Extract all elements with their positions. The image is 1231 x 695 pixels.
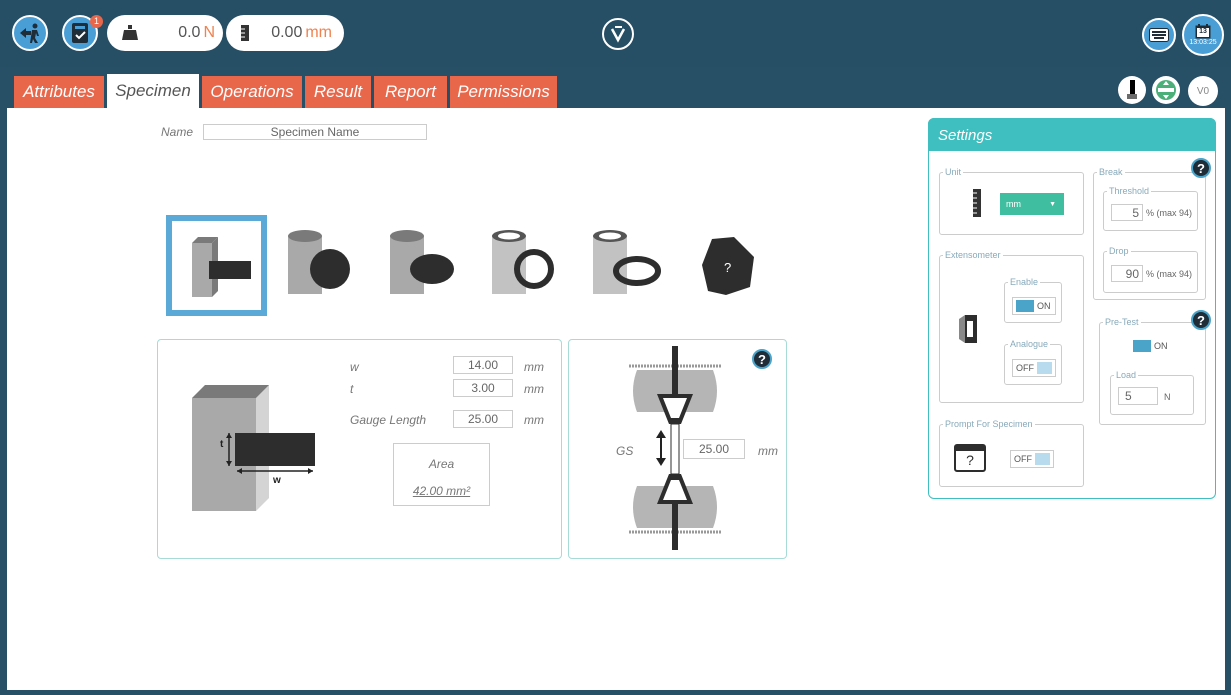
- tab-result[interactable]: Result: [305, 76, 371, 108]
- analogue-toggle[interactable]: OFF: [1012, 359, 1056, 377]
- force-readout: 0.0 N: [107, 15, 223, 51]
- logo-icon: [610, 26, 626, 43]
- area-box: Area 42.00 mm²: [393, 443, 490, 506]
- diagram-t-label: t: [220, 439, 224, 450]
- gauge-length-input[interactable]: 25.00: [453, 410, 513, 428]
- logo: [602, 18, 634, 50]
- oval-tube-shape-icon: [593, 230, 661, 294]
- threshold-group-label: Threshold: [1107, 186, 1152, 196]
- gs-arrow-icon: [656, 430, 666, 466]
- ruler-icon: [973, 189, 981, 217]
- shape-oval-tube[interactable]: [591, 226, 663, 302]
- enable-toggle[interactable]: ON: [1012, 297, 1056, 315]
- drop-group-label: Drop: [1107, 246, 1131, 256]
- gs-input[interactable]: 25.00: [683, 439, 745, 459]
- w-input[interactable]: 14.00: [453, 356, 513, 374]
- threshold-input[interactable]: 5: [1111, 204, 1143, 221]
- gs-label: GS: [616, 444, 634, 458]
- break-group-label: Break: [1097, 167, 1125, 177]
- pretest-toggle[interactable]: ON: [1130, 337, 1174, 355]
- tab-operations[interactable]: Operations: [202, 76, 302, 108]
- tube-shape-icon: [492, 230, 554, 294]
- ruler-icon: [241, 25, 249, 41]
- prompt-state: OFF: [1014, 454, 1032, 464]
- clock-time: 13:03:25: [1189, 39, 1217, 46]
- t-label: t: [350, 382, 354, 396]
- enable-state: ON: [1037, 301, 1051, 311]
- rectangular-shape-icon: [192, 237, 251, 297]
- tab-specimen[interactable]: Specimen: [107, 74, 199, 108]
- extensometer-group-label: Extensometer: [943, 250, 1003, 260]
- chevron-down-icon: ▼: [1049, 200, 1056, 208]
- break-help-icon[interactable]: ?: [1191, 158, 1211, 178]
- prompt-icon: ?: [954, 444, 986, 472]
- version-button[interactable]: V0: [1188, 76, 1218, 106]
- force-unit: N: [203, 24, 215, 41]
- exit-button[interactable]: [12, 15, 48, 51]
- load-group-label: Load: [1114, 370, 1139, 380]
- round-shape-icon: [288, 230, 350, 294]
- oval-shape-icon: [390, 230, 454, 294]
- shape-rectangular-selected[interactable]: [166, 215, 267, 316]
- unit-select[interactable]: mm ▼: [1000, 193, 1064, 215]
- threshold-suffix: % (max 94): [1146, 208, 1193, 218]
- t-input[interactable]: 3.00: [453, 379, 513, 397]
- area-value: 42.00 mm²: [412, 484, 471, 498]
- clipboard-check-icon: [72, 23, 88, 43]
- grip-help-icon[interactable]: ?: [752, 349, 772, 369]
- gs-unit: mm: [758, 444, 778, 458]
- analogue-state: OFF: [1016, 363, 1034, 373]
- pretest-group-label: Pre-Test: [1103, 317, 1141, 327]
- settings-title: Settings: [928, 118, 1216, 151]
- fixture-button[interactable]: [1118, 76, 1146, 104]
- load-unit: N: [1164, 392, 1171, 402]
- shape-oval-bar[interactable]: [388, 226, 456, 302]
- area-label: Area: [428, 457, 455, 471]
- crosshead-button[interactable]: [1152, 76, 1180, 104]
- shape-round-bar[interactable]: [286, 226, 352, 302]
- position-readout: 0.00 mm: [226, 15, 344, 51]
- name-label: Name: [161, 125, 194, 139]
- pretest-help-icon[interactable]: ?: [1191, 310, 1211, 330]
- position-unit: mm: [305, 24, 332, 41]
- specimen-name-input[interactable]: Specimen Name: [203, 124, 427, 140]
- load-input[interactable]: 5: [1118, 387, 1158, 405]
- unit-group-label: Unit: [943, 167, 964, 177]
- drop-suffix: % (max 94): [1146, 269, 1193, 279]
- diagram-w-label: w: [273, 475, 281, 486]
- notification-badge: 1: [90, 15, 103, 28]
- shape-tube[interactable]: [490, 226, 556, 302]
- exit-icon: [20, 23, 39, 43]
- w-unit: mm: [524, 360, 544, 374]
- force-value: 0.0: [178, 24, 201, 41]
- crosshead-icon: [1156, 80, 1176, 100]
- shape-irregular[interactable]: ?: [700, 237, 756, 297]
- calendar-day: 13: [1199, 28, 1207, 35]
- specimen-diagram: t w: [185, 381, 320, 516]
- extensometer-icon: [959, 315, 977, 343]
- pretest-state: ON: [1154, 341, 1168, 351]
- w-label: w: [350, 360, 359, 374]
- gauge-length-label: Gauge Length: [350, 413, 427, 427]
- tab-permissions[interactable]: Permissions: [450, 76, 557, 108]
- keyboard-icon: [1149, 28, 1169, 42]
- weight-icon: [122, 25, 138, 40]
- tab-attributes[interactable]: Attributes: [14, 76, 104, 108]
- position-value: 0.00: [271, 24, 303, 41]
- fixture-icon: [1127, 80, 1137, 99]
- clock-button[interactable]: 13 13:03:25: [1182, 14, 1224, 56]
- enable-group-label: Enable: [1008, 277, 1041, 287]
- drop-input[interactable]: 90: [1111, 265, 1143, 282]
- irregular-shape-label: ?: [724, 260, 732, 275]
- t-unit: mm: [524, 382, 544, 396]
- gauge-length-unit: mm: [524, 413, 544, 427]
- prompt-group-label: Prompt For Specimen: [943, 419, 1035, 429]
- prompt-toggle[interactable]: OFF: [1010, 450, 1054, 468]
- analogue-group-label: Analogue: [1008, 339, 1051, 349]
- unit-select-value: mm: [1006, 199, 1021, 209]
- keyboard-button[interactable]: [1142, 18, 1176, 52]
- tab-report[interactable]: Report: [374, 76, 447, 108]
